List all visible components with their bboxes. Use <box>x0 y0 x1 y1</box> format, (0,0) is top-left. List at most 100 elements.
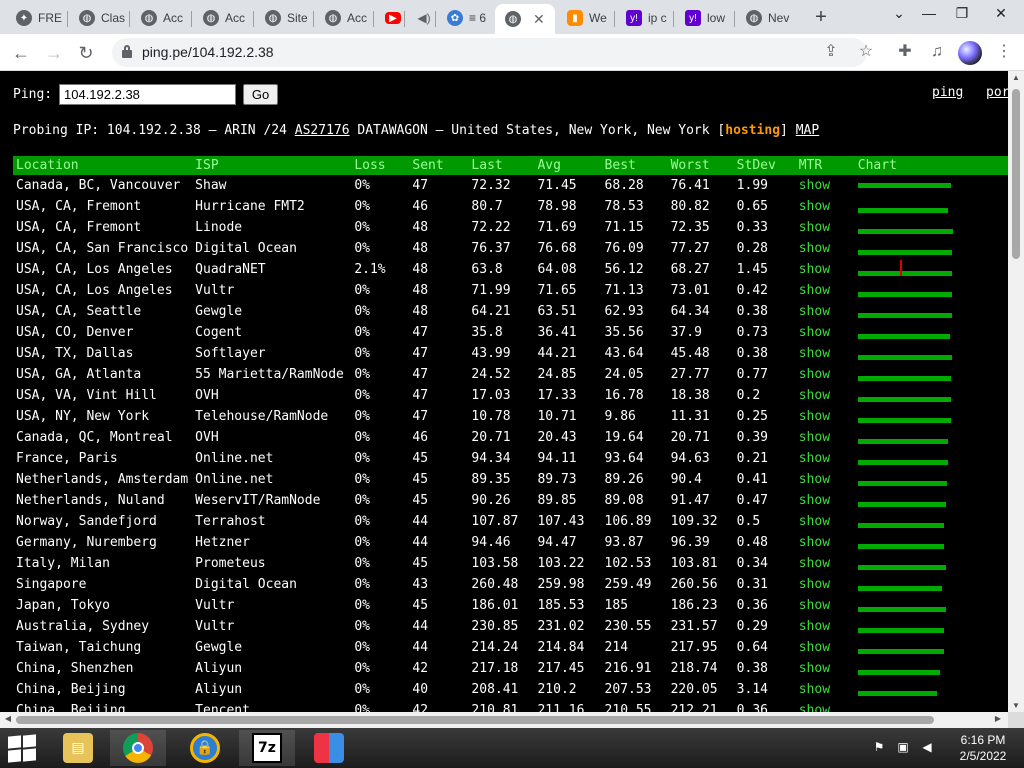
stdev-cell: 0.73 <box>736 325 768 340</box>
menu-kebab-icon[interactable]: ⋮ <box>993 41 1015 63</box>
ping-input[interactable] <box>59 84 236 105</box>
minimize-button[interactable]: — <box>918 5 940 21</box>
mtr-show-link[interactable]: show <box>796 322 855 343</box>
mtr-show-link[interactable]: show <box>796 406 855 427</box>
mtr-show-link[interactable]: show <box>796 175 855 196</box>
taskbar-vpn[interactable]: 🔒 <box>177 730 233 766</box>
mtr-show-link[interactable]: show <box>796 616 855 637</box>
horizontal-scroll-thumb[interactable] <box>16 716 934 724</box>
scroll-down-arrow-icon[interactable]: ▼ <box>1008 701 1024 710</box>
tab-search-chevron-icon[interactable]: ⌄ <box>888 5 910 22</box>
browser-tab[interactable]: ◍ Acc <box>131 4 192 32</box>
loss-cell: 0% <box>354 619 370 634</box>
close-icon[interactable]: ✕ <box>533 11 545 28</box>
profile-avatar[interactable] <box>958 41 982 65</box>
mtr-show-link[interactable]: show <box>796 301 855 322</box>
back-button[interactable]: ← <box>9 41 33 65</box>
address-bar[interactable]: ping.pe/104.192.2.38 ⇪ ☆ <box>112 38 873 67</box>
stdev-cell: 0.5 <box>736 514 761 529</box>
mtr-show-link[interactable]: show <box>796 469 855 490</box>
mtr-show-link[interactable]: show <box>796 595 855 616</box>
taskbar-7zip[interactable]: 7z <box>239 730 295 766</box>
mtr-show-link[interactable]: show <box>796 259 855 280</box>
mtr-show-link[interactable]: show <box>796 490 855 511</box>
lock-icon[interactable] <box>122 45 132 58</box>
taskbar-file-explorer[interactable]: ▤ <box>50 730 106 766</box>
browser-tab[interactable]: ▶ <box>375 4 405 32</box>
vertical-scrollbar[interactable]: ▲ ▼ <box>1008 71 1024 712</box>
mtr-show-link[interactable]: show <box>796 343 855 364</box>
latency-chart-bar <box>857 481 947 486</box>
port-link[interactable]: por <box>986 85 1008 100</box>
start-button[interactable] <box>8 734 38 763</box>
browser-tab[interactable]: ✿ ≡ 6 <box>437 4 494 32</box>
mtr-show-link[interactable]: show <box>796 196 855 217</box>
horizontal-scrollbar[interactable]: ◀ ▶ <box>0 712 1008 728</box>
taskbar-chrome[interactable] <box>110 730 166 766</box>
mtr-show-link[interactable]: show <box>796 553 855 574</box>
network-icon[interactable]: ▣ <box>896 740 910 754</box>
go-button[interactable]: Go <box>243 84 278 105</box>
avg-cell: 64.08 <box>537 262 577 277</box>
table-row: Germany, Nuremberg Hetzner 0% 44 94.46 94.47 9… <box>13 532 1008 553</box>
browser-tab[interactable]: ✦ FRE <box>6 4 68 32</box>
forward-button[interactable]: → <box>42 41 66 65</box>
scroll-up-arrow-icon[interactable]: ▲ <box>1008 73 1024 82</box>
asn-link[interactable]: AS27176 <box>295 123 350 138</box>
latency-chart-bar <box>857 628 944 633</box>
best-cell: 43.64 <box>604 346 644 361</box>
new-tab-button[interactable]: + <box>810 7 832 27</box>
mtr-show-link[interactable]: show <box>796 280 855 301</box>
taskbar-app[interactable] <box>301 730 357 766</box>
browser-tab[interactable]: ◍ Site <box>255 4 314 32</box>
bookmark-star-icon[interactable]: ☆ <box>855 41 877 63</box>
mtr-show-link[interactable]: show <box>796 658 855 679</box>
mtr-show-link[interactable]: show <box>796 385 855 406</box>
sent-cell: 47 <box>412 178 429 193</box>
browser-tab-active[interactable]: ◍ ✕ <box>495 4 555 34</box>
clock[interactable]: 6:16 PM 2/5/2022 <box>950 732 1016 764</box>
table-row: Netherlands, Nuland WeservIT/RamNode 0% 45 9… <box>13 490 1008 511</box>
stdev-cell: 3.14 <box>736 682 768 697</box>
share-icon[interactable]: ⇪ <box>820 41 842 63</box>
vertical-scroll-thumb[interactable] <box>1012 89 1020 259</box>
close-window-button[interactable]: ✕ <box>990 5 1012 22</box>
browser-tab[interactable]: ◍ Nev <box>736 4 798 32</box>
scroll-left-arrow-icon[interactable]: ◀ <box>0 714 16 723</box>
stdev-cell: 0.21 <box>736 451 768 466</box>
browser-tab[interactable]: y! low <box>675 4 735 32</box>
mtr-show-link[interactable]: show <box>796 238 855 259</box>
browser-tab[interactable]: y! ip c <box>616 4 674 32</box>
browser-tab[interactable]: ▮ We <box>557 4 615 32</box>
chart-cell <box>855 658 1008 679</box>
flag-icon[interactable]: ⚑ <box>872 740 886 754</box>
loss-cell: 0% <box>354 430 370 445</box>
mtr-show-link[interactable]: show <box>796 679 855 700</box>
map-link[interactable]: MAP <box>796 123 819 138</box>
sent-cell: 45 <box>412 472 429 487</box>
extensions-puzzle-icon[interactable]: ✚ <box>894 41 916 63</box>
restore-button[interactable]: ❐ <box>951 5 973 22</box>
location-cell: China, Beijing <box>16 682 126 697</box>
mtr-show-link[interactable]: show <box>796 532 855 553</box>
sent-cell: 42 <box>412 703 429 712</box>
browser-tab[interactable]: ◍ Clas <box>69 4 130 32</box>
browser-tab[interactable]: ◍ Acc <box>193 4 254 32</box>
mtr-show-link[interactable]: show <box>796 511 855 532</box>
mtr-show-link[interactable]: show <box>796 448 855 469</box>
browser-tab[interactable]: ◀) <box>406 4 436 32</box>
url-text[interactable]: ping.pe/104.192.2.38 <box>142 44 274 60</box>
browser-tab[interactable]: ◍ Acc <box>315 4 374 32</box>
mtr-show-link[interactable]: show <box>796 217 855 238</box>
mtr-show-link[interactable]: show <box>796 574 855 595</box>
mtr-show-link[interactable]: show <box>796 700 855 712</box>
mtr-show-link[interactable]: show <box>796 364 855 385</box>
reload-button[interactable]: ↻ <box>74 41 98 65</box>
ping-link[interactable]: ping <box>932 85 963 100</box>
media-controls-icon[interactable]: ♫ <box>926 41 948 63</box>
mtr-show-link[interactable]: show <box>796 637 855 658</box>
mtr-show-link[interactable]: show <box>796 427 855 448</box>
audio-icon: ◀) <box>417 11 431 25</box>
volume-icon[interactable]: ◀ <box>920 740 934 754</box>
scroll-right-arrow-icon[interactable]: ▶ <box>990 714 1006 723</box>
